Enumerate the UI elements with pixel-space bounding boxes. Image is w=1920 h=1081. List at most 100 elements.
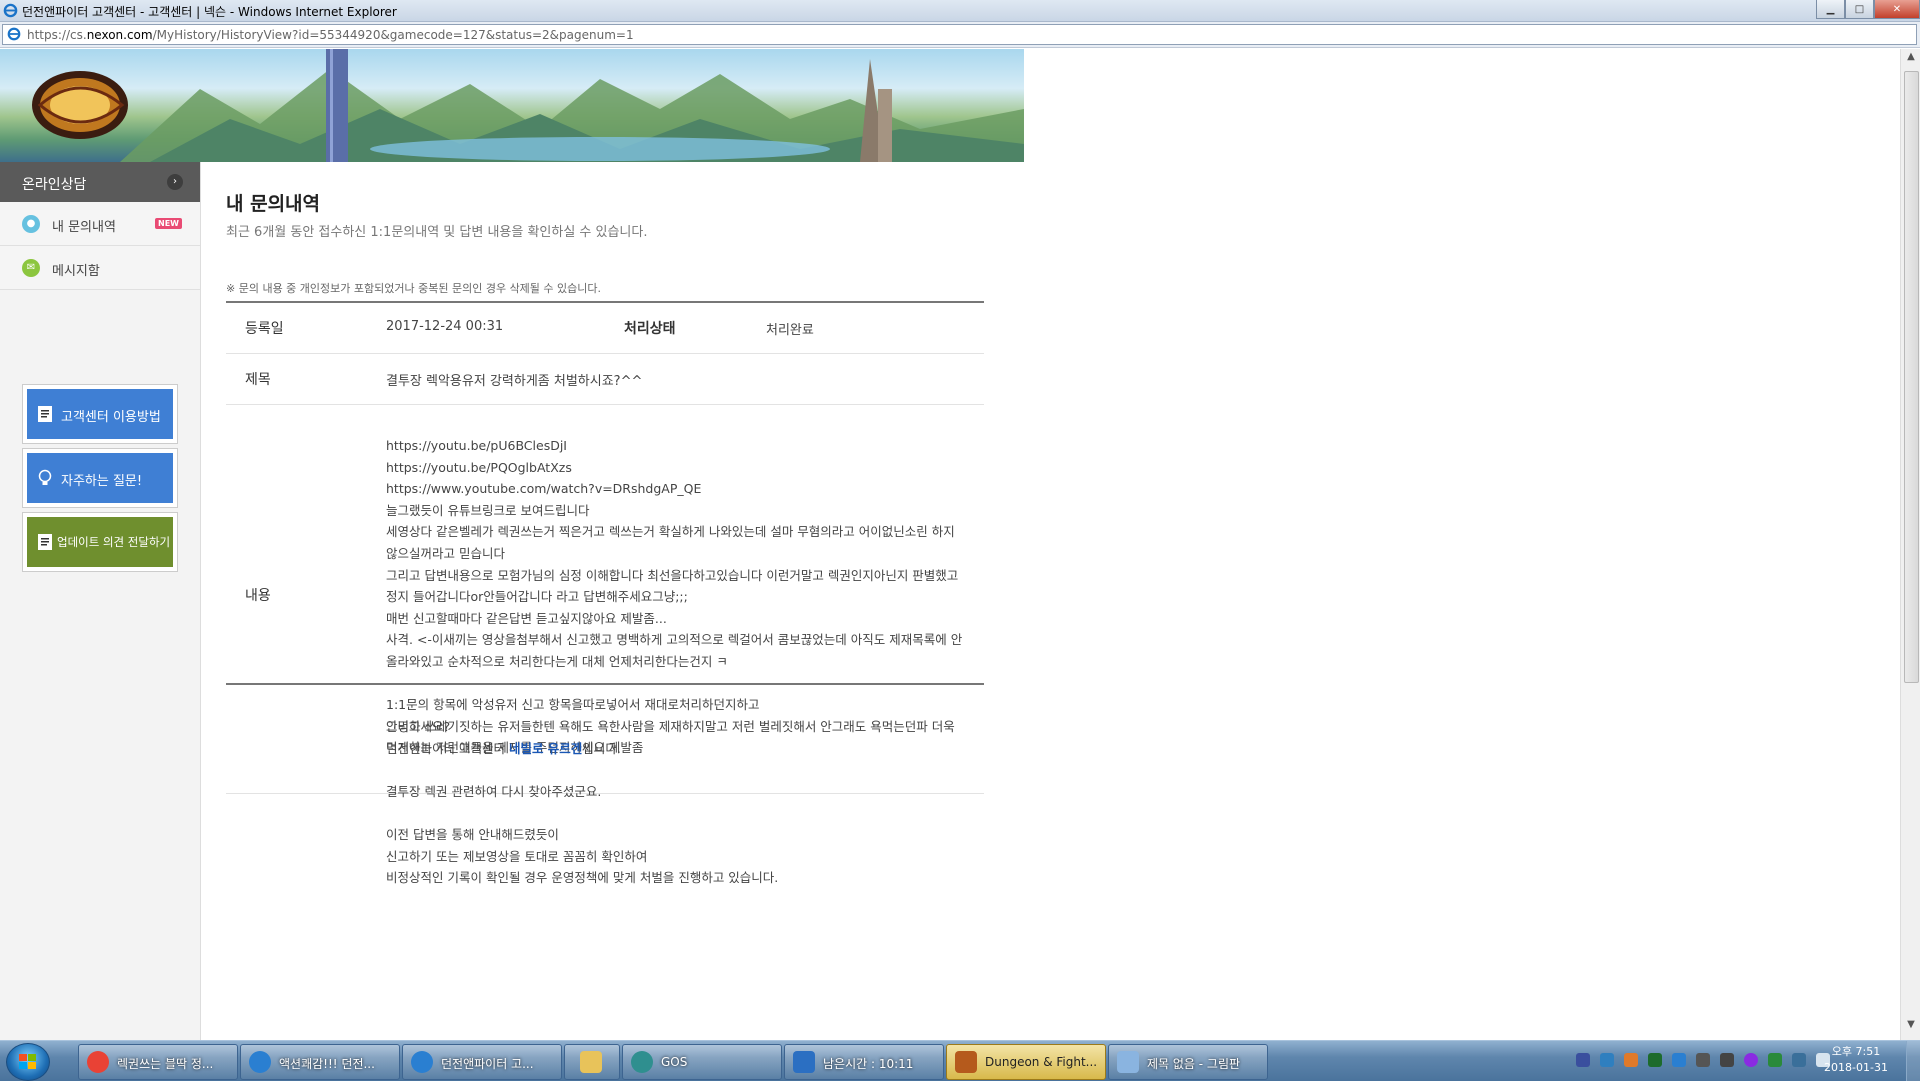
body-label: 내용: [245, 588, 271, 604]
taskbar-item-gos[interactable]: GOS: [622, 1044, 782, 1080]
date-value: 2017-12-24 00:31: [386, 319, 504, 334]
sidebar-item-label: 내 문의내역: [52, 220, 116, 235]
dungeon-fighter-logo-icon: [32, 71, 128, 139]
sidebar-item-messages[interactable]: ✉ 메시지함: [0, 246, 200, 290]
answer-line: [386, 759, 778, 781]
chevron-right-icon: ›: [167, 174, 183, 190]
body-line: https://youtu.be/PQOglbAtXzs: [386, 459, 572, 475]
body-line: 않으실꺼라고 믿습니다: [386, 545, 505, 561]
subject-value: 결투장 렉악용유저 강력하게좀 처벌하시죠?^^: [386, 374, 643, 389]
taskbar: 렉권쓰는 블딱 정... 액션쾌감!!! 던전... 던전앤파이터 고... G…: [0, 1040, 1920, 1081]
page-subtitle: 최근 6개월 동안 접수하신 1:1문의내역 및 답변 내용을 확인하실 수 있…: [226, 225, 648, 240]
window-title: 던전앤파이터 고객센터 - 고객센터 | 넥슨 - Windows Intern…: [22, 5, 397, 19]
ie-page-icon: [7, 27, 21, 41]
taskbar-item-paint[interactable]: 제목 없음 - 그림판: [1108, 1044, 1268, 1080]
url-input[interactable]: https://cs.nexon.com/MyHistory/HistoryVi…: [2, 24, 1917, 45]
update-feedback-button[interactable]: 업데이트 의견 전달하기: [22, 512, 178, 572]
clock-time: 오후 7:51: [1831, 1045, 1881, 1058]
taskbar-item-chrome[interactable]: 렉권쓰는 블딱 정...: [78, 1044, 238, 1080]
subject-label: 제목: [245, 372, 271, 388]
taskbar-item-dungeon-fighter[interactable]: Dungeon & Fight...: [946, 1044, 1106, 1080]
sidebar-header-label: 온라인상담: [22, 177, 87, 193]
close-button[interactable]: ✕: [1874, 0, 1920, 19]
scroll-up-icon[interactable]: ▲: [1901, 51, 1920, 69]
tray-bluetooth-icon[interactable]: [1600, 1053, 1614, 1067]
scroll-down-icon[interactable]: ▼: [1901, 1019, 1920, 1037]
paint-icon: [1117, 1051, 1139, 1073]
answer-line: 신고하기 또는 제보영상을 토대로 꼼꼼히 확인하여: [386, 848, 648, 864]
body-line: 1:1문의 항목에 악성유저 신고 항목을따로넣어서 재대로처리하던지하고: [386, 697, 760, 713]
tray-fox-icon[interactable]: [1624, 1053, 1638, 1067]
answer-line: 비정상적인 기록이 확인될 경우 운영정책에 맞게 처벌을 진행하고 있습니다.: [386, 870, 779, 886]
taskbar-item-label: 던전앤파이터 고...: [441, 1057, 534, 1071]
dnf-icon: [955, 1051, 977, 1073]
agent-name: 네빌로 유르겐: [508, 740, 583, 756]
tray-app-icon[interactable]: [1720, 1053, 1734, 1067]
tray-app-icon[interactable]: [1576, 1053, 1590, 1067]
minimize-button[interactable]: ▁: [1816, 0, 1845, 19]
document-icon: [38, 406, 52, 422]
game-logo[interactable]: [22, 61, 140, 147]
tray-network-icon[interactable]: [1792, 1053, 1806, 1067]
inquiry-body: https://youtu.be/pU6BClesDjI https://you…: [386, 435, 962, 759]
deletion-notice: ※ 문의 내용 중 개인정보가 포함되었거나 중복된 문의인 경우 삭제될 수 …: [226, 282, 602, 295]
vertical-scrollbar[interactable]: ▲ ▼: [1900, 49, 1920, 1040]
body-line: https://www.youtube.com/watch?v=DRshdgAP…: [386, 481, 702, 497]
taskbar-item-ie-1[interactable]: 액션쾌감!!! 던전...: [240, 1044, 400, 1080]
date-label: 등록일: [245, 321, 284, 337]
tray-app-icon[interactable]: [1696, 1053, 1710, 1067]
tray-p-icon[interactable]: [1744, 1053, 1758, 1067]
sidebar-item-my-inquiries[interactable]: ● 내 문의내역 NEW: [0, 202, 200, 246]
body-line: 정지 들어갑니다or안들어갑니다 라고 답변해주세요그냥;;;: [386, 589, 688, 605]
address-bar: https://cs.nexon.com/MyHistory/HistoryVi…: [0, 22, 1920, 48]
body-line: 그리고 답변내용으로 모험가님의 심정 이해합니다 최선을다하고있습니다 이런거…: [386, 567, 959, 583]
subject-row: 제목 결투장 렉악용유저 강력하게좀 처벌하시죠?^^: [226, 354, 984, 405]
faq-button[interactable]: 자주하는 질문!: [22, 448, 178, 508]
tray-security-icon[interactable]: [1648, 1053, 1662, 1067]
gos-icon: [631, 1051, 653, 1073]
start-button[interactable]: [6, 1043, 50, 1081]
taskbar-item-label: 제목 없음 - 그림판: [1147, 1057, 1241, 1071]
taskbar-item-label: Dungeon & Fight...: [985, 1055, 1098, 1069]
chat-bubble-icon: ●: [22, 215, 40, 233]
answer-section: 안녕하세요? 던전앤파이터 고객센터 네빌로 유르겐입니다. 결투장 렉권 관련…: [226, 683, 984, 885]
taskbar-item-explorer[interactable]: [564, 1044, 620, 1080]
new-badge: NEW: [155, 218, 182, 229]
windows-logo-icon: [19, 1054, 36, 1069]
folder-icon: [580, 1051, 602, 1073]
tray-network-app-icon[interactable]: [1672, 1053, 1686, 1067]
button-label: 업데이트 의견 전달하기: [57, 535, 171, 549]
show-desktop-button[interactable]: [1906, 1041, 1920, 1081]
answer-body: 안녕하세요? 던전앤파이터 고객센터 네빌로 유르겐입니다. 결투장 렉권 관련…: [386, 716, 778, 889]
answer-line: 결투장 렉권 관련하여 다시 찾아주셨군요.: [386, 783, 602, 799]
window-title-bar[interactable]: 던전앤파이터 고객센터 - 고객센터 | 넥슨 - Windows Intern…: [0, 0, 1920, 22]
document-icon: [38, 534, 52, 550]
close-icon: ✕: [1892, 3, 1902, 15]
sidebar: 온라인상담 › ● 내 문의내역 NEW ✉ 메시지함 고객센터 이용방법 자주…: [0, 162, 201, 1040]
header-banner: [0, 49, 1024, 162]
clock-date: 2018-01-31: [1824, 1061, 1888, 1074]
maximize-button[interactable]: □: [1845, 0, 1874, 19]
banner-landscape-illustration: [120, 49, 1024, 162]
taskbar-item-label: 렉권쓰는 블딱 정...: [117, 1057, 214, 1071]
sidebar-header[interactable]: 온라인상담 ›: [0, 162, 200, 202]
body-line: 올라와있고 순차적으로 처리한다는게 대체 언제처리한다는건지 ㅋ: [386, 653, 728, 669]
scrollbar-thumb[interactable]: [1904, 71, 1919, 683]
customer-center-guide-button[interactable]: 고객센터 이용방법: [22, 384, 178, 444]
maximize-icon: □: [1854, 3, 1865, 15]
envelope-icon: ✉: [22, 259, 40, 277]
mult-icon: [793, 1051, 815, 1073]
url-text: https://cs.nexon.com/MyHistory/HistoryVi…: [27, 28, 634, 42]
body-line: 늘그랬듯이 유튜브링크로 보여드립니다: [386, 502, 590, 518]
sidebar-item-label: 메시지함: [52, 264, 100, 279]
date-status-row: 등록일 2017-12-24 00:31 처리상태 처리완료: [226, 303, 984, 354]
status-label: 처리상태: [624, 321, 676, 337]
page-title: 내 문의내역: [226, 193, 321, 215]
answer-intro: 던전앤파이터 고객센터 네빌로 유르겐입니다.: [386, 740, 621, 756]
status-value: 처리완료: [766, 323, 814, 338]
tray-monitor-icon[interactable]: [1768, 1053, 1782, 1067]
button-label: 자주하는 질문!: [61, 474, 143, 489]
taskbar-item-ie-2[interactable]: 던전앤파이터 고...: [402, 1044, 562, 1080]
taskbar-item-mult[interactable]: 남은시간 : 10:11: [784, 1044, 944, 1080]
clock[interactable]: 오후 7:51 2018-01-31: [1818, 1044, 1894, 1076]
